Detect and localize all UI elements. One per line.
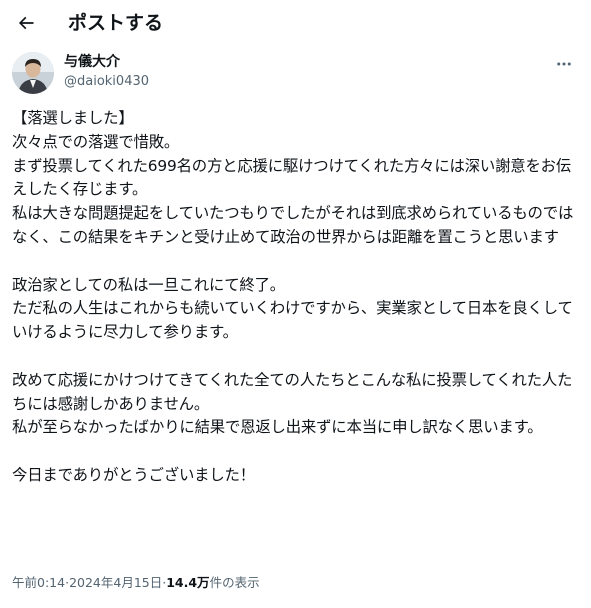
post-line: 改めて応援にかけつけてきてくれた全ての人たちとこんな私に投票してくれた人たちには… — [12, 370, 573, 413]
post-text: 【落選しました】 次々点での落選で惜敗。 まず投票してくれた699名の方と応援に… — [12, 107, 578, 488]
top-bar: ポストする — [0, 0, 591, 46]
back-button[interactable] — [12, 9, 40, 37]
arrow-left-icon — [18, 16, 34, 30]
post-line: まず投票してくれた699名の方と応援に駆けつけてくれた方々には深い謝意をお伝えし… — [12, 156, 572, 199]
post-date[interactable]: 2024年4月15日 — [69, 574, 162, 592]
post-line: 今日までありがとうございました！ — [12, 465, 255, 484]
author-handle[interactable]: @daioki0430 — [64, 73, 149, 91]
post-blank-line — [12, 345, 578, 369]
post-blank-line — [12, 440, 578, 464]
post-line: 次々点での落選で惜敗。 — [12, 132, 180, 151]
post-line: 【落選しました】 — [12, 109, 134, 127]
post-author: 与儀大介 @daioki0430 — [12, 52, 580, 96]
post-line: 政治家としての私は一旦これにて終了。 — [12, 275, 285, 294]
avatar[interactable] — [12, 52, 54, 94]
more-horizontal-icon — [557, 62, 571, 66]
post-meta: 午前0:14 · 2024年4月15日 · 14.4万 件の表示 — [12, 574, 260, 592]
post-time[interactable]: 午前0:14 — [12, 574, 65, 592]
post-line: 私は大きな問題提起をしていたつもりでしたがそれは到底求められているものではなく、… — [12, 204, 574, 246]
view-count[interactable]: 14.4万 — [166, 574, 209, 592]
view-count-label: 件の表示 — [209, 575, 260, 590]
page-title: ポストする — [68, 12, 164, 34]
post-line: ただ私の人生はこれからも続いていくわけですから、実業家として日本を良くしていける… — [12, 299, 573, 342]
post-line: 私が至らなかったばかりに結果で恩返し出来ずに本当に申し訳なく思います。 — [12, 418, 543, 437]
author-display-name[interactable]: 与儀大介 — [64, 53, 120, 72]
post-blank-line — [12, 250, 578, 274]
more-options-button[interactable] — [552, 54, 576, 74]
